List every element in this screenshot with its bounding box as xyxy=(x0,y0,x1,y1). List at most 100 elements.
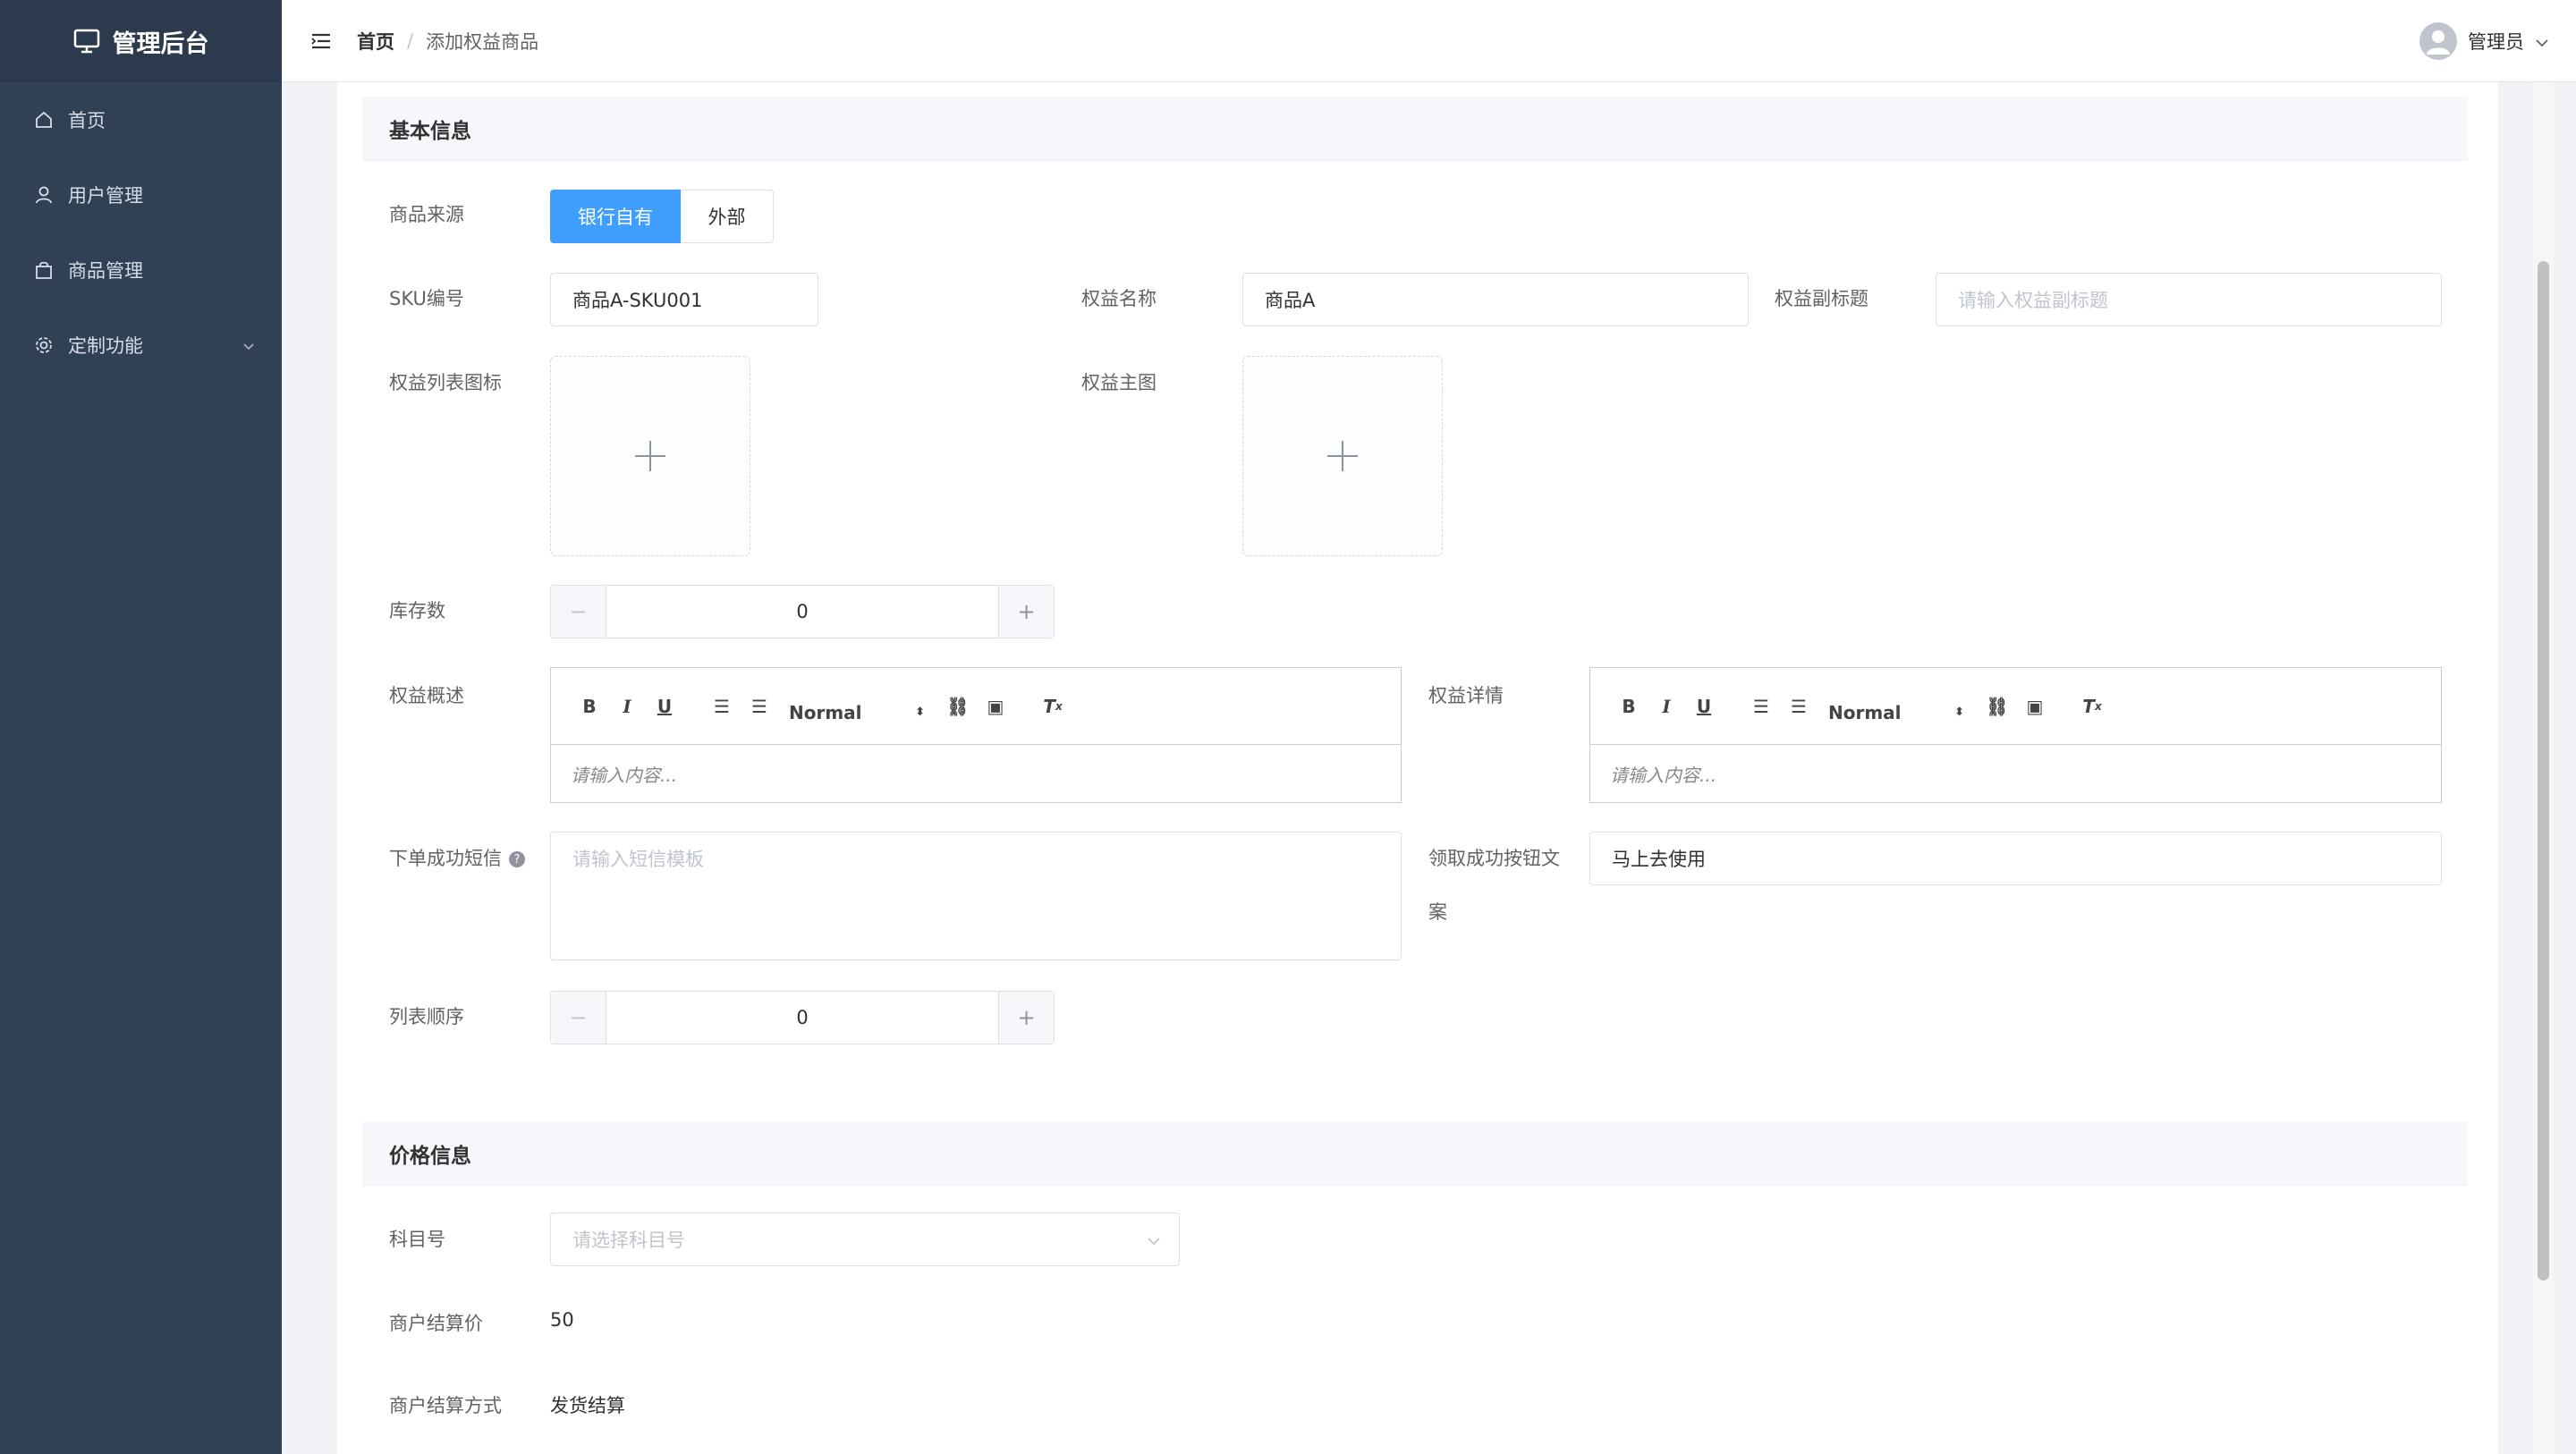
detail-toolbar: B I U ☰ ☰ Normal ⬍ ⛓ ▣ Tx xyxy=(1590,668,2441,745)
updown-icon: ⬍ xyxy=(1954,706,1964,719)
summary-editor-placeholder: 请输入内容... xyxy=(571,764,678,786)
main-image-upload[interactable] xyxy=(1242,356,1443,556)
bag-icon xyxy=(32,258,55,282)
clear-format-icon[interactable]: Tx xyxy=(2073,696,2111,717)
app-logo: 管理后台 xyxy=(0,0,282,82)
scrollbar[interactable] xyxy=(2531,82,2554,1454)
sidebar-item-users[interactable]: 用户管理 xyxy=(0,157,282,232)
sku-input[interactable]: 商品A-SKU001 xyxy=(550,273,818,326)
sms-label: 下单成功短信? xyxy=(389,844,525,871)
image-icon[interactable]: ▣ xyxy=(977,696,1014,717)
sidebar: 管理后台 首页 用户管理 商品管理 定制功能 xyxy=(0,0,282,1454)
section-price-title: 价格信息 xyxy=(362,1121,2468,1186)
list-icon-label: 权益列表图标 xyxy=(389,372,502,393)
updown-icon: ⬍ xyxy=(915,706,925,719)
main-content: 基本信息 商品来源 银行自有 外部 SKU编号 商品A-SKU001 权益名称 … xyxy=(282,82,2554,1454)
summary-editor-body[interactable]: 请输入内容... xyxy=(551,745,1401,802)
summary-editor: B I U ☰ ☰ Normal ⬍ ⛓ ▣ Tx 请输入内容... xyxy=(550,667,1402,803)
sidebar-item-label: 定制功能 xyxy=(68,335,143,357)
subject-placeholder: 请选择科目号 xyxy=(572,1230,685,1251)
link-icon[interactable]: ⛓ xyxy=(1979,696,2016,717)
button-text-label: 领取成功按钮文 xyxy=(1428,848,1560,869)
name-label: 权益名称 xyxy=(1081,288,1157,309)
subject-label: 科目号 xyxy=(389,1229,445,1250)
avatar xyxy=(2419,21,2457,60)
sms-placeholder: 请输入短信模板 xyxy=(572,849,704,870)
breadcrumb-separator: / xyxy=(407,30,414,52)
detail-editor-body[interactable]: 请输入内容... xyxy=(1590,745,2441,802)
help-icon[interactable]: ? xyxy=(509,851,525,867)
order-label: 列表顺序 xyxy=(389,1006,464,1027)
subject-select[interactable]: 请选择科目号 xyxy=(550,1213,1180,1266)
ordered-list-icon[interactable]: ☰ xyxy=(703,696,741,717)
user-name: 管理员 xyxy=(2468,30,2524,53)
home-icon xyxy=(32,108,55,131)
monitor-icon xyxy=(73,29,99,54)
form-card: 基本信息 商品来源 银行自有 外部 SKU编号 商品A-SKU001 权益名称 … xyxy=(337,82,2498,1454)
settle-price-value: 50 xyxy=(550,1309,574,1331)
detail-editor: B I U ☰ ☰ Normal ⬍ ⛓ ▣ Tx 请输入内容... xyxy=(1589,667,2442,803)
format-select-value: Normal xyxy=(1828,701,1902,723)
chevron-down-icon xyxy=(2535,30,2549,52)
bold-icon[interactable]: B xyxy=(571,696,608,717)
button-text-input[interactable]: 马上去使用 xyxy=(1589,832,2442,885)
settle-price-label: 商户结算价 xyxy=(389,1313,483,1334)
clear-format-icon[interactable]: Tx xyxy=(1034,696,1072,717)
sku-label: SKU编号 xyxy=(389,288,464,309)
app-title: 管理后台 xyxy=(112,30,209,58)
settle-method-value: 发货结算 xyxy=(550,1395,625,1416)
sidebar-item-custom[interactable]: 定制功能 xyxy=(0,308,282,383)
chevron-down-icon xyxy=(242,334,255,356)
chevron-down-icon xyxy=(1147,1229,1161,1250)
format-select[interactable]: Normal ⬍ xyxy=(778,702,939,723)
bold-icon[interactable]: B xyxy=(1610,696,1648,717)
sku-value: 商品A-SKU001 xyxy=(572,290,703,311)
name-value: 商品A xyxy=(1265,290,1316,311)
bullet-list-icon[interactable]: ☰ xyxy=(1780,696,1818,717)
underline-icon[interactable]: U xyxy=(1685,696,1723,717)
sidebar-item-home[interactable]: 首页 xyxy=(0,82,282,157)
breadcrumb-home[interactable]: 首页 xyxy=(357,28,394,55)
user-menu[interactable]: 管理员 xyxy=(2419,21,2549,60)
breadcrumb-current: 添加权益商品 xyxy=(426,30,539,53)
order-increase-button[interactable]: + xyxy=(998,992,1054,1044)
button-text-label-wrap: 案 xyxy=(1428,901,1447,923)
user-icon xyxy=(32,183,55,207)
source-label: 商品来源 xyxy=(389,204,464,225)
subtitle-input[interactable]: 请输入权益副标题 xyxy=(1936,273,2442,326)
ordered-list-icon[interactable]: ☰ xyxy=(1742,696,1780,717)
name-input[interactable]: 商品A xyxy=(1242,273,1749,326)
top-bar: 首页 / 添加权益商品 管理员 xyxy=(282,0,2576,82)
italic-icon[interactable]: I xyxy=(1648,696,1685,717)
sidebar-item-label: 首页 xyxy=(68,110,106,131)
stock-increase-button[interactable]: + xyxy=(998,586,1054,638)
summary-label: 权益概述 xyxy=(389,685,464,706)
stock-value[interactable]: 0 xyxy=(606,586,998,638)
order-value[interactable]: 0 xyxy=(606,992,998,1044)
hamburger-icon[interactable] xyxy=(310,29,335,54)
sidebar-item-products[interactable]: 商品管理 xyxy=(0,232,282,308)
list-icon-upload[interactable] xyxy=(550,356,750,556)
scrollbar-thumb[interactable] xyxy=(2538,261,2549,1281)
gear-icon xyxy=(32,334,55,357)
format-select[interactable]: Normal ⬍ xyxy=(1818,702,1979,723)
button-text-value: 马上去使用 xyxy=(1612,849,1706,870)
source-radio-group: 银行自有 外部 xyxy=(550,190,774,243)
source-option-bank[interactable]: 银行自有 xyxy=(550,190,681,243)
stock-stepper: − 0 + xyxy=(550,585,1055,638)
format-select-value: Normal xyxy=(789,701,862,723)
italic-icon[interactable]: I xyxy=(608,696,646,717)
source-option-external[interactable]: 外部 xyxy=(681,190,774,243)
breadcrumb: 首页 / 添加权益商品 xyxy=(357,28,538,55)
order-stepper: − 0 + xyxy=(550,991,1055,1044)
detail-label: 权益详情 xyxy=(1428,685,1504,706)
summary-toolbar: B I U ☰ ☰ Normal ⬍ ⛓ ▣ Tx xyxy=(551,668,1401,745)
image-icon[interactable]: ▣ xyxy=(2016,696,2054,717)
link-icon[interactable]: ⛓ xyxy=(939,696,977,717)
order-decrease-button[interactable]: − xyxy=(551,992,606,1044)
stock-decrease-button[interactable]: − xyxy=(551,586,606,638)
sidebar-item-label: 商品管理 xyxy=(68,260,143,282)
sms-textarea[interactable]: 请输入短信模板 xyxy=(550,832,1402,960)
underline-icon[interactable]: U xyxy=(646,696,683,717)
bullet-list-icon[interactable]: ☰ xyxy=(741,696,778,717)
